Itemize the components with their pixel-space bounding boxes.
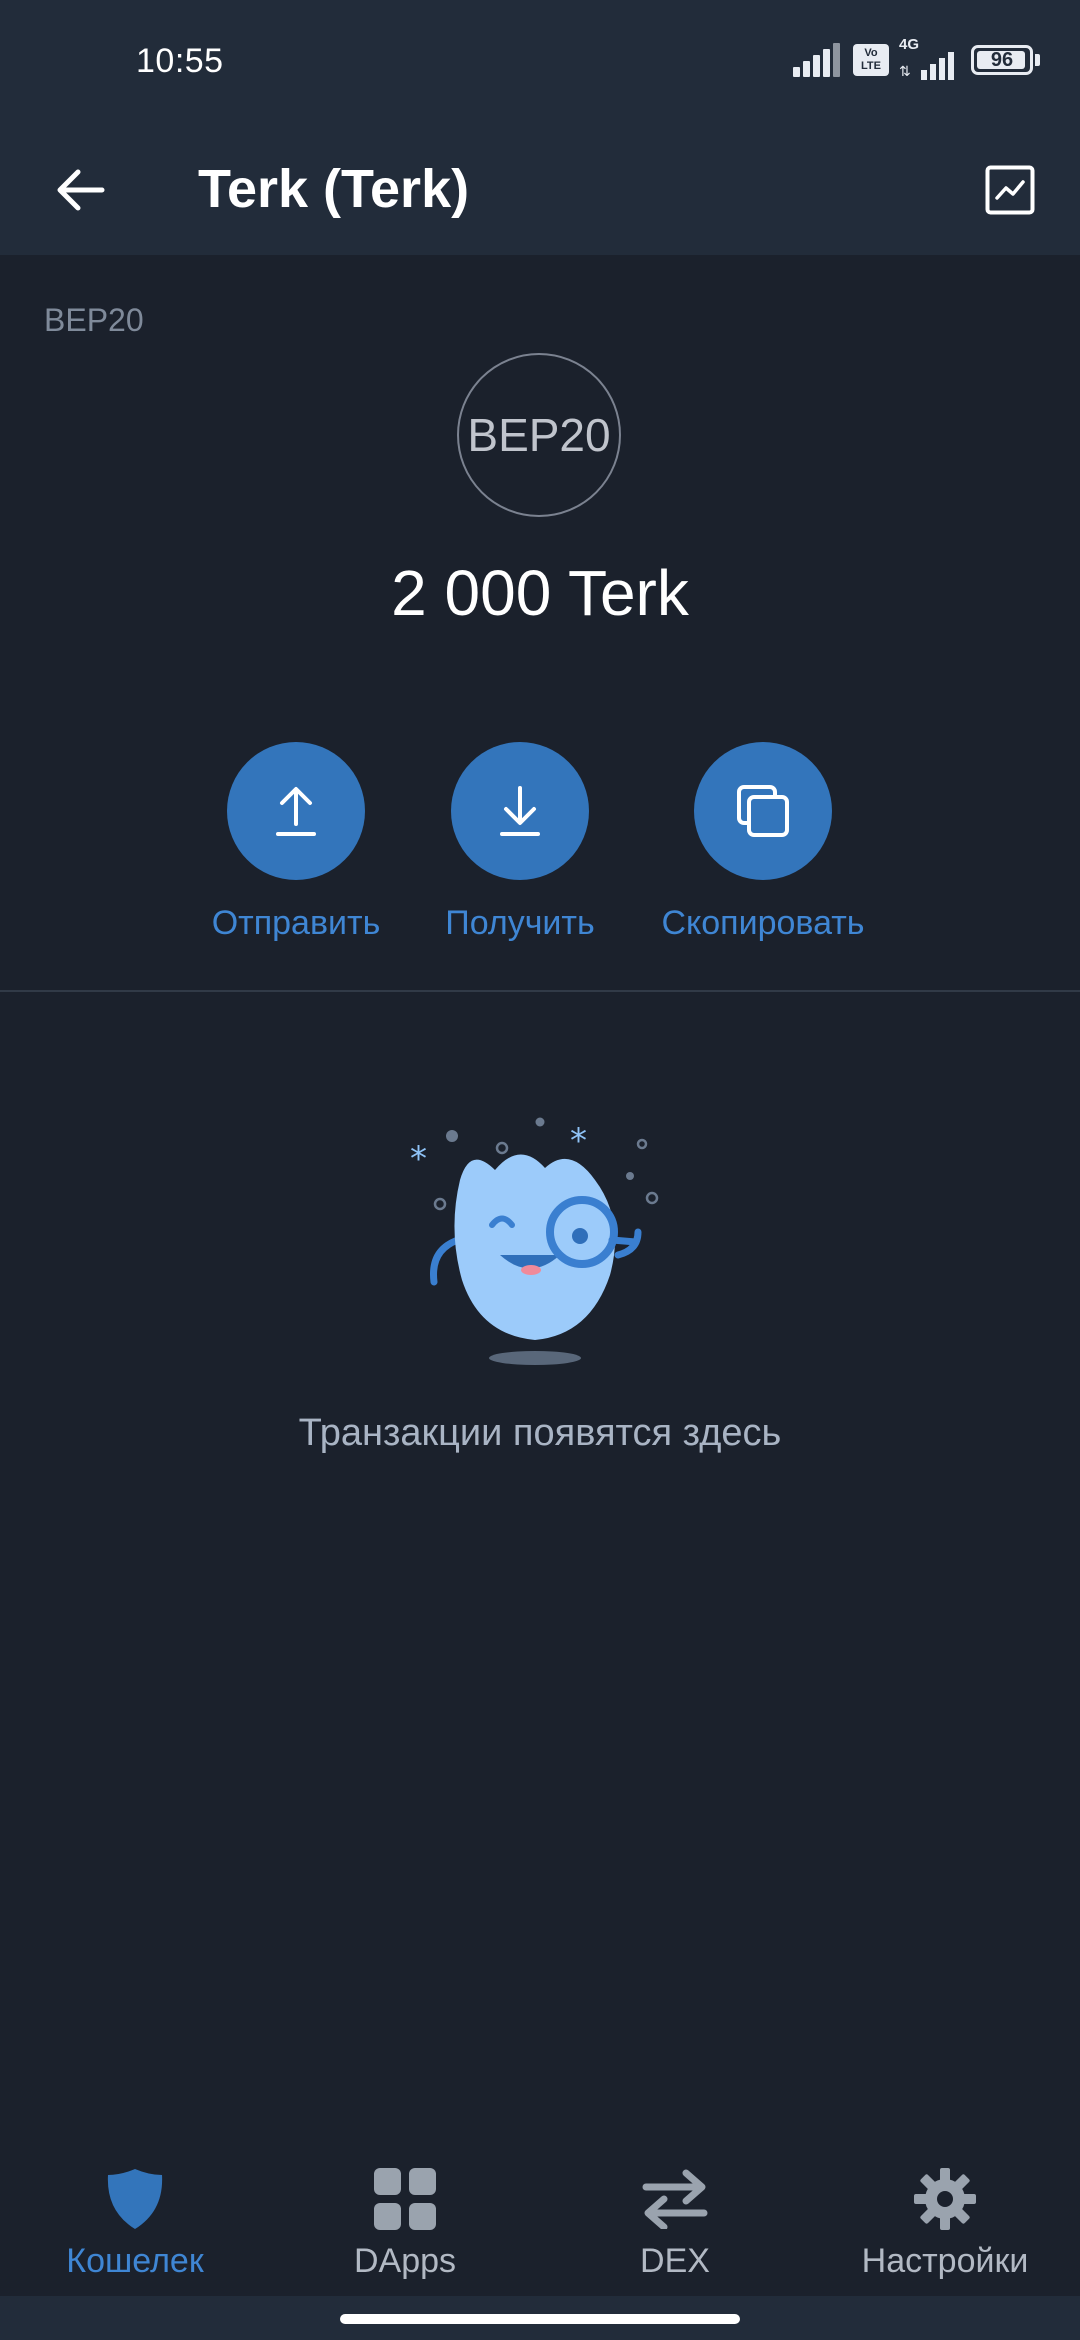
empty-transactions-text: Транзакции появятся здесь xyxy=(298,1412,782,1454)
volte-icon: Vo LTE xyxy=(853,44,889,76)
receive-circle[interactable] xyxy=(451,742,589,880)
copy-circle[interactable] xyxy=(694,742,832,880)
nav-item-settings[interactable]: Настройки xyxy=(810,2164,1080,2281)
receive-button[interactable]: Получить xyxy=(400,742,640,943)
copy-button[interactable]: Скопировать xyxy=(643,742,883,943)
nav-label-dapps: DApps xyxy=(353,2242,457,2280)
data-arrows-icon: ⇅ xyxy=(899,63,911,79)
mobile-data-icon: 4G ⇅ xyxy=(899,36,957,80)
shield-icon xyxy=(100,2164,170,2234)
upload-arrow-icon xyxy=(276,787,316,836)
download-arrow-icon xyxy=(500,786,540,836)
home-indicator xyxy=(0,2296,1080,2340)
bottom-navigation: Кошелек DApps DEX Настройки xyxy=(0,2140,1080,2300)
nav-label-dex: DEX xyxy=(640,2242,710,2280)
price-chart-button[interactable] xyxy=(970,150,1050,230)
nav-label-settings: Настройки xyxy=(861,2242,1029,2280)
status-icons: Vo LTE 4G ⇅ 96 xyxy=(793,36,1040,82)
section-divider xyxy=(0,990,1080,992)
send-label: Отправить xyxy=(211,904,381,942)
back-arrow-icon xyxy=(57,169,105,211)
copy-icon xyxy=(737,785,789,837)
battery-percent: 96 xyxy=(990,48,1014,71)
swap-arrows-icon xyxy=(640,2164,710,2234)
copy-label: Скопировать xyxy=(661,904,865,942)
page-title: Terk (Terk) xyxy=(198,159,470,219)
battery-icon: 96 xyxy=(971,45,1033,75)
network-tag: BEP20 xyxy=(44,302,144,338)
nav-item-dex[interactable]: DEX xyxy=(540,2164,810,2281)
battery-tip xyxy=(1035,54,1040,66)
grid-icon xyxy=(370,2164,440,2234)
status-bar: 10:55 Vo LTE 4G ⇅ 96 xyxy=(0,0,1080,125)
action-buttons: Отправить Получить Скопировать xyxy=(0,742,1080,942)
signal-icon xyxy=(793,43,843,77)
gear-icon xyxy=(910,2164,980,2234)
network-type-label: 4G xyxy=(899,36,920,53)
token-logo-text: BEP20 xyxy=(467,409,611,461)
svg-text:*: * xyxy=(570,1121,587,1161)
chart-icon xyxy=(985,165,1035,215)
token-balance: 2 000 Terk xyxy=(391,557,689,629)
token-detail-screen: 10:55 Vo LTE 4G ⇅ 96 Terk (Terk) BEP20 B… xyxy=(0,0,1080,2340)
nav-label-wallet: Кошелек xyxy=(66,2242,204,2280)
app-header: Terk (Terk) xyxy=(0,125,1080,255)
svg-text:*: * xyxy=(410,1139,427,1179)
nav-item-dapps[interactable]: DApps xyxy=(270,2164,540,2281)
nav-item-wallet[interactable]: Кошелек xyxy=(0,2164,270,2281)
home-indicator-bar[interactable] xyxy=(340,2314,740,2324)
back-button[interactable] xyxy=(40,150,120,230)
receive-label: Получить xyxy=(445,904,595,942)
empty-transactions-illustration: * * xyxy=(410,1117,659,1365)
send-circle[interactable] xyxy=(227,742,365,880)
token-logo: BEP20 xyxy=(457,353,621,517)
status-time: 10:55 xyxy=(136,42,224,80)
send-button[interactable]: Отправить xyxy=(176,742,416,943)
